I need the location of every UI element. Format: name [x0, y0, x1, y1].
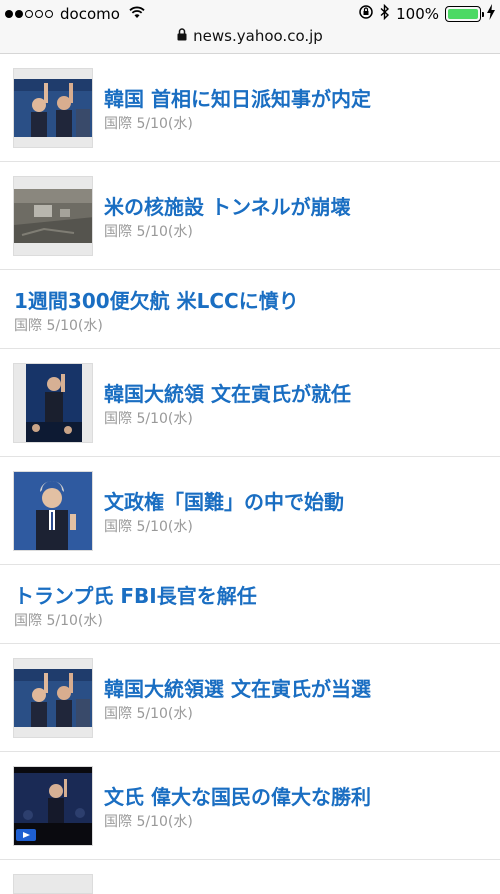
- status-bar: docomo 100% news.yahoo.co.jp: [0, 0, 500, 54]
- news-category: 国際: [14, 318, 42, 334]
- url-text: news.yahoo.co.jp: [193, 27, 323, 45]
- news-meta: 国際 5/10(水): [104, 516, 193, 536]
- signal-dot: [15, 10, 23, 18]
- news-date: 5/10(水): [46, 613, 103, 629]
- news-date: 5/10(水): [136, 116, 193, 132]
- news-date: 5/10(水): [136, 706, 193, 722]
- url-bar[interactable]: news.yahoo.co.jp: [0, 27, 500, 45]
- news-title[interactable]: 1週間300便欠航 米LCCに憤り: [14, 285, 299, 314]
- carrier-name: docomo: [60, 5, 120, 23]
- news-thumbnail: [13, 766, 93, 846]
- wifi-icon: [128, 5, 146, 23]
- signal-dot: [45, 10, 53, 18]
- news-thumbnail: [13, 176, 93, 256]
- news-title[interactable]: 韓国大統領選 文在寅氏が当選: [104, 673, 371, 702]
- battery-percent: 100%: [396, 5, 439, 23]
- news-category: 国際: [14, 613, 42, 629]
- battery-icon: [445, 6, 484, 22]
- signal-dot: [35, 10, 43, 18]
- news-title[interactable]: 韓国大統領 文在寅氏が就任: [104, 378, 351, 407]
- orientation-lock-icon: [358, 4, 374, 24]
- signal-strength-icon: [5, 10, 53, 18]
- news-thumbnail: [13, 658, 93, 738]
- news-thumbnail-partial: [13, 874, 93, 894]
- news-thumbnail: [13, 471, 93, 551]
- news-list: 韓国 首相に知日派知事が内定 国際 5/10(水) 米の核施設 トンネルが崩壊 …: [0, 54, 500, 860]
- news-meta: 国際 5/10(水): [14, 610, 103, 630]
- news-item[interactable]: 韓国大統領選 文在寅氏が当選 国際 5/10(水): [0, 644, 500, 752]
- news-date: 5/10(水): [136, 411, 193, 427]
- news-item[interactable]: 1週間300便欠航 米LCCに憤り 国際 5/10(水): [0, 270, 500, 349]
- news-meta: 国際 5/10(水): [14, 315, 103, 335]
- news-title[interactable]: 米の核施設 トンネルが崩壊: [104, 191, 351, 220]
- lock-icon: [177, 27, 187, 45]
- news-date: 5/10(水): [136, 814, 193, 830]
- news-category: 国際: [104, 411, 132, 427]
- bluetooth-icon: [380, 3, 390, 24]
- news-category: 国際: [104, 116, 132, 132]
- signal-dot: [25, 10, 33, 18]
- news-category: 国際: [104, 224, 132, 240]
- news-category: 国際: [104, 519, 132, 535]
- news-item[interactable]: 韓国大統領 文在寅氏が就任 国際 5/10(水): [0, 349, 500, 457]
- news-meta: 国際 5/10(水): [104, 221, 193, 241]
- news-meta: 国際 5/10(水): [104, 703, 193, 723]
- news-title[interactable]: 文政権「国難」の中で始動: [104, 486, 344, 515]
- news-meta: 国際 5/10(水): [104, 113, 193, 133]
- news-title[interactable]: トランプ氏 FBI長官を解任: [14, 580, 257, 609]
- news-category: 国際: [104, 706, 132, 722]
- charging-icon: [487, 4, 495, 24]
- news-item[interactable]: 韓国 首相に知日派知事が内定 国際 5/10(水): [0, 54, 500, 162]
- news-item[interactable]: 文政権「国難」の中で始動 国際 5/10(水): [0, 457, 500, 565]
- news-item[interactable]: 文氏 偉大な国民の偉大な勝利 国際 5/10(水): [0, 752, 500, 860]
- news-meta: 国際 5/10(水): [104, 408, 193, 428]
- battery-tip: [482, 12, 484, 17]
- news-date: 5/10(水): [136, 224, 193, 240]
- news-title[interactable]: 韓国 首相に知日派知事が内定: [104, 83, 371, 112]
- news-meta: 国際 5/10(水): [104, 811, 193, 831]
- status-left: docomo: [5, 4, 146, 24]
- news-date: 5/10(水): [136, 519, 193, 535]
- news-item[interactable]: トランプ氏 FBI長官を解任 国際 5/10(水): [0, 565, 500, 644]
- news-thumbnail: [13, 68, 93, 148]
- signal-dot: [5, 10, 13, 18]
- news-category: 国際: [104, 814, 132, 830]
- news-item[interactable]: 米の核施設 トンネルが崩壊 国際 5/10(水): [0, 162, 500, 270]
- news-thumbnail: [13, 363, 93, 443]
- news-title[interactable]: 文氏 偉大な国民の偉大な勝利: [104, 781, 371, 810]
- news-date: 5/10(水): [46, 318, 103, 334]
- battery-level: [448, 9, 478, 19]
- status-right: 100%: [358, 3, 495, 24]
